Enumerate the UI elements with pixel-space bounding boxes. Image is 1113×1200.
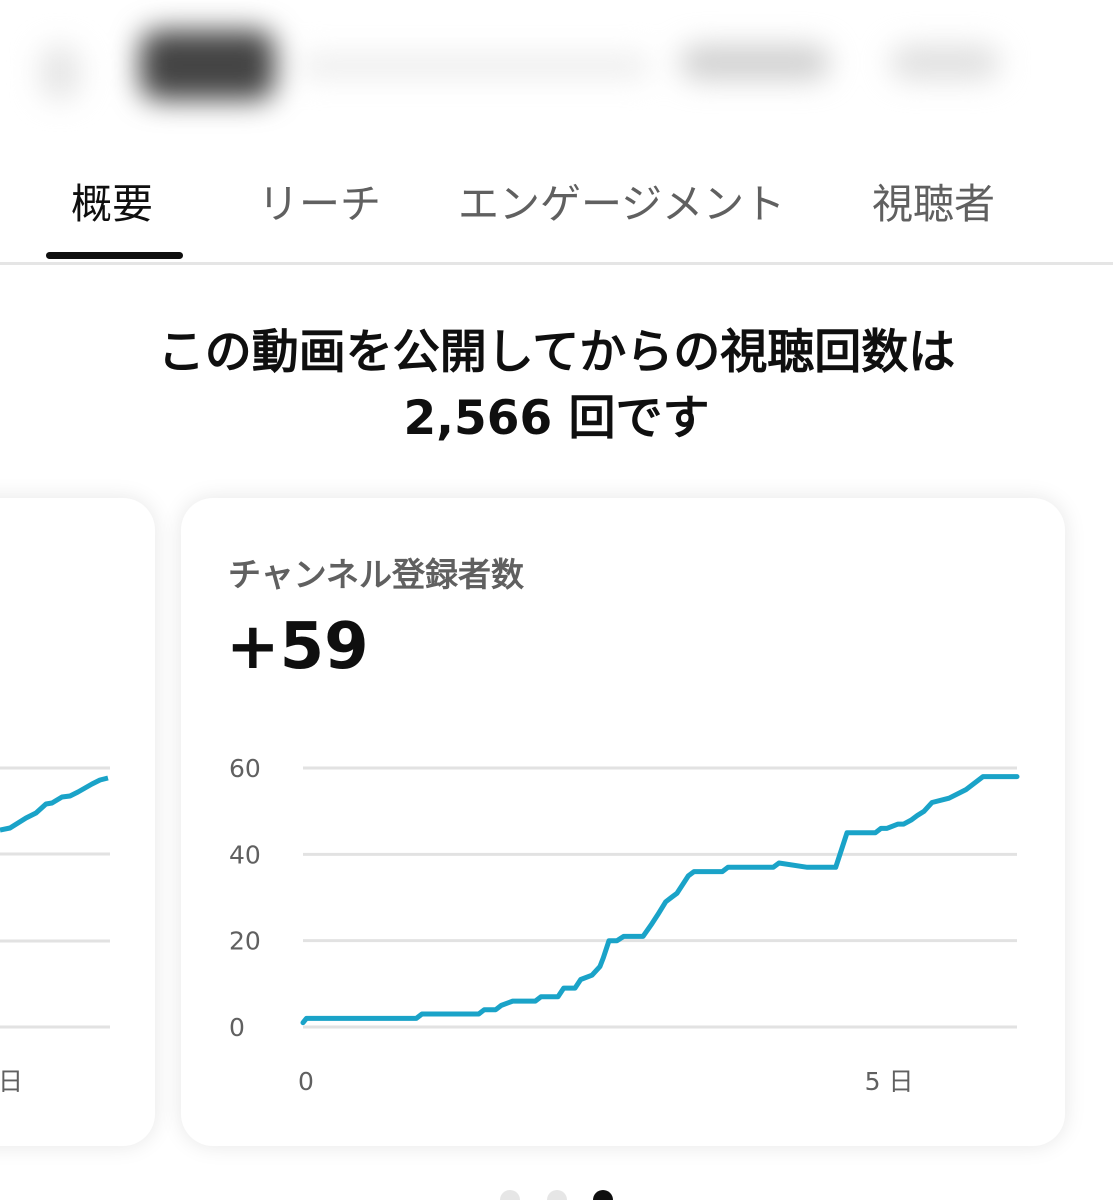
y-tick-label: 0: [229, 1013, 245, 1042]
back-icon[interactable]: [40, 45, 80, 100]
header-action-blur[interactable]: [680, 45, 830, 80]
x-tick-label: 5 日: [865, 1067, 914, 1096]
video-thumbnail: [140, 30, 275, 100]
views-summary-line2: 2,566 回です: [403, 391, 710, 446]
tab-bar: 概要 リーチ エンゲージメント 視聴者: [0, 150, 1113, 265]
views-summary-line1: この動画を公開してからの視聴回数は: [157, 325, 956, 380]
views-summary: この動画を公開してからの視聴回数は 2,566 回です: [0, 320, 1113, 452]
previous-card-chart: 日: [0, 766, 110, 1096]
previous-metric-card[interactable]: 日: [0, 498, 155, 1146]
blurred-header: [0, 0, 1113, 140]
subscribers-chart: 0 20 40 60 0 5 日: [229, 754, 1020, 1096]
pager-dot-active[interactable]: [593, 1190, 613, 1200]
pager-dot[interactable]: [547, 1190, 567, 1200]
pager-dot[interactable]: [500, 1190, 520, 1200]
analytics-screen: 概要 リーチ エンゲージメント 視聴者 この動画を公開してからの視聴回数は 2,…: [0, 0, 1113, 1200]
y-tick-label: 20: [229, 927, 261, 956]
active-tab-indicator: [46, 252, 183, 259]
subscribers-card[interactable]: チャンネル登録者数 +59 0 20 40 60 0 5 日: [181, 498, 1065, 1146]
x-tick-label: 0: [298, 1067, 314, 1096]
carousel-pager: [0, 1190, 1113, 1200]
previous-card-line: [0, 775, 109, 833]
tab-audience[interactable]: 視聴者: [872, 170, 995, 230]
tab-engagement[interactable]: エンゲージメント: [458, 170, 785, 230]
y-tick-label: 60: [229, 754, 261, 783]
x-tick-label: 日: [0, 1067, 23, 1096]
video-title-blur: [300, 55, 650, 77]
tab-overview[interactable]: 概要: [71, 170, 153, 230]
header-action-blur-2[interactable]: [890, 45, 1000, 80]
y-tick-label: 40: [229, 840, 261, 869]
subscribers-series-line: [300, 774, 1020, 1026]
tab-reach[interactable]: リーチ: [258, 170, 381, 230]
